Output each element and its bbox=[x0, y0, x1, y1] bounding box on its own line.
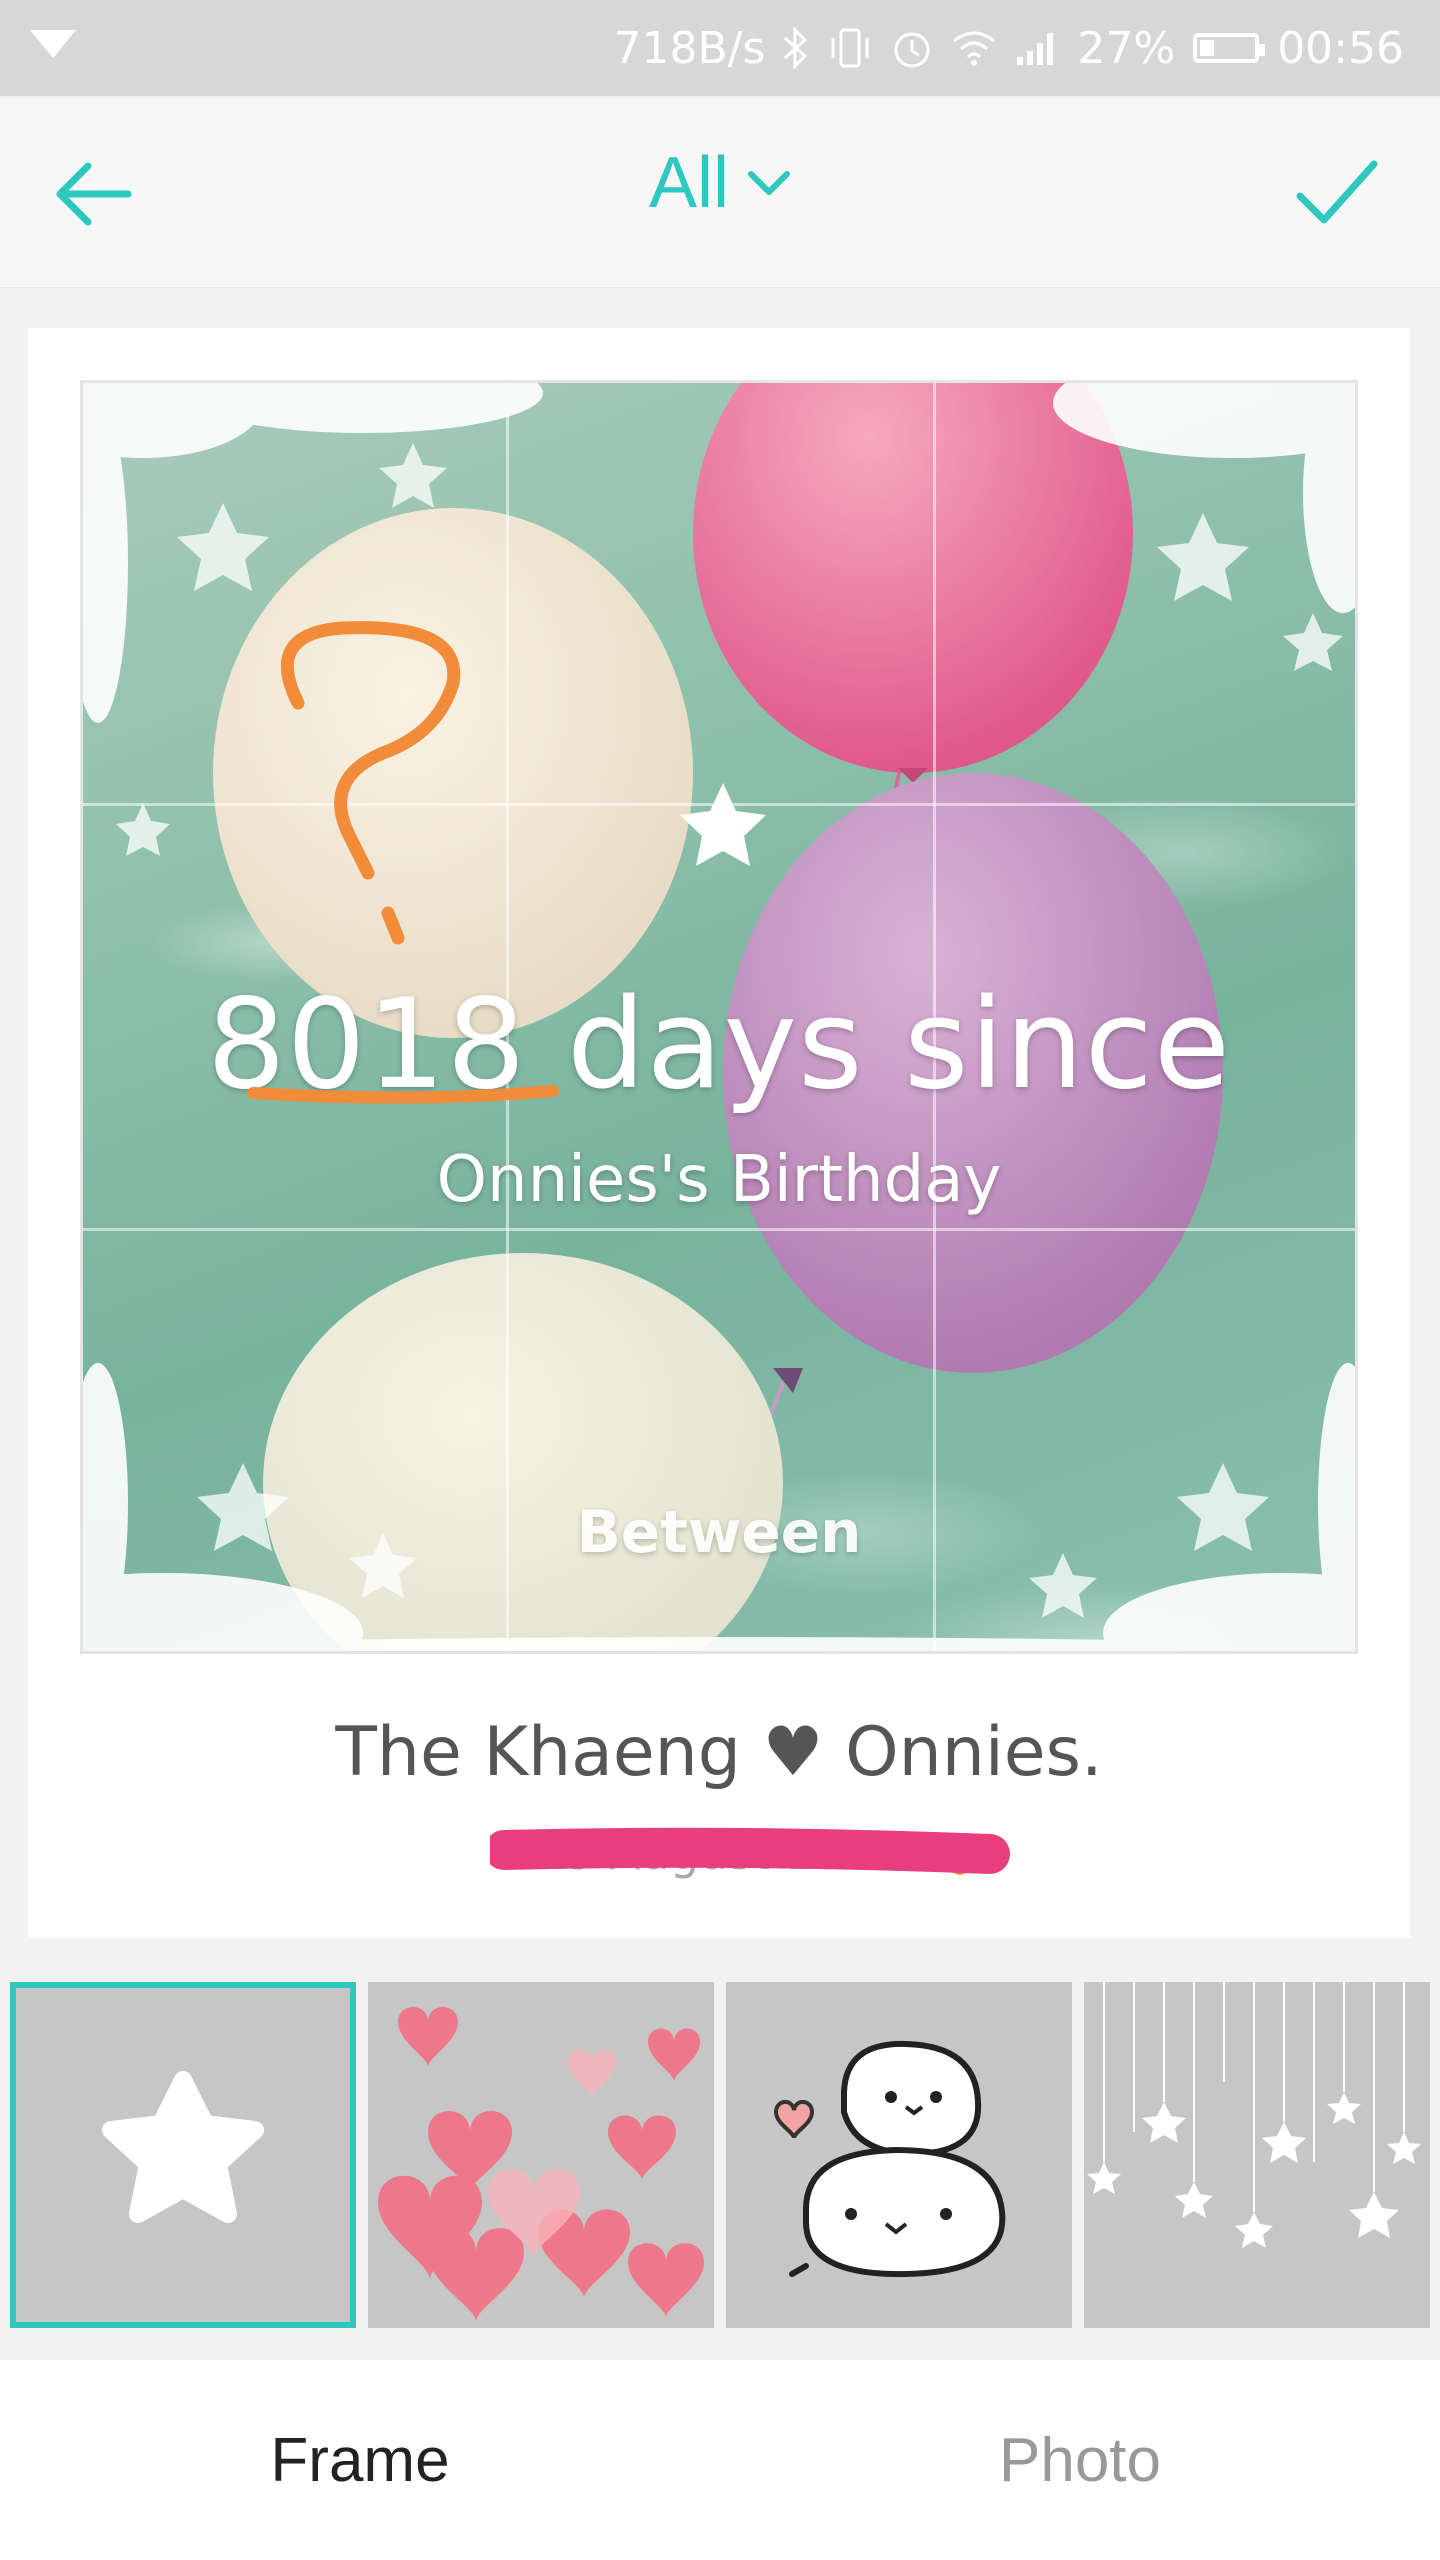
hearts-icon bbox=[378, 2007, 704, 2322]
bluetooth-icon bbox=[783, 26, 809, 70]
frame-thumbnail-strip bbox=[0, 1982, 1440, 2328]
redaction-mark bbox=[490, 1827, 1010, 1875]
alarm-icon bbox=[891, 27, 933, 69]
star-icon bbox=[102, 2071, 264, 2223]
battery-percent: 27% bbox=[1077, 22, 1176, 74]
frame-preview[interactable]: 8018 days since Onnies's Birthday Betwee… bbox=[80, 380, 1358, 1654]
hanging-stars-icon bbox=[1087, 1982, 1421, 2248]
frame-thumbnail-star[interactable] bbox=[10, 1982, 356, 2328]
tab-photo[interactable]: Photo bbox=[720, 2360, 1440, 2560]
checkmark-icon[interactable] bbox=[1294, 156, 1380, 232]
signal-icon bbox=[1015, 29, 1059, 67]
net-speed: 718B/s bbox=[613, 22, 766, 74]
dropdown-icon bbox=[30, 30, 76, 58]
frame-thumbnail-hearts[interactable] bbox=[368, 1982, 714, 2328]
battery-icon bbox=[1193, 33, 1266, 63]
couple-caption: The Khaeng ♥ Onnies. bbox=[335, 1713, 1103, 1792]
frame-thumbnail-hanging-stars[interactable] bbox=[1084, 1982, 1430, 2328]
wifi-icon bbox=[951, 29, 997, 67]
preview-card: 8018 days since Onnies's Birthday Betwee… bbox=[28, 328, 1410, 1938]
tab-frame[interactable]: Frame bbox=[0, 2360, 720, 2560]
clock: 00:56 bbox=[1277, 22, 1404, 74]
question-mark-annotation bbox=[247, 621, 559, 1104]
toolbar: All bbox=[0, 98, 1440, 288]
chevron-down-icon bbox=[748, 171, 790, 195]
status-bar: 718B/s 27% 00:56 bbox=[0, 0, 1440, 96]
seal-stickers-icon bbox=[773, 2040, 1006, 2278]
category-dropdown[interactable]: All bbox=[0, 142, 1440, 224]
category-label: All bbox=[648, 143, 729, 223]
vibrate-icon bbox=[827, 28, 873, 68]
frame-thumbnail-seals[interactable] bbox=[726, 1982, 1072, 2328]
bottom-tab-bar: Frame Photo bbox=[0, 2360, 1440, 2560]
